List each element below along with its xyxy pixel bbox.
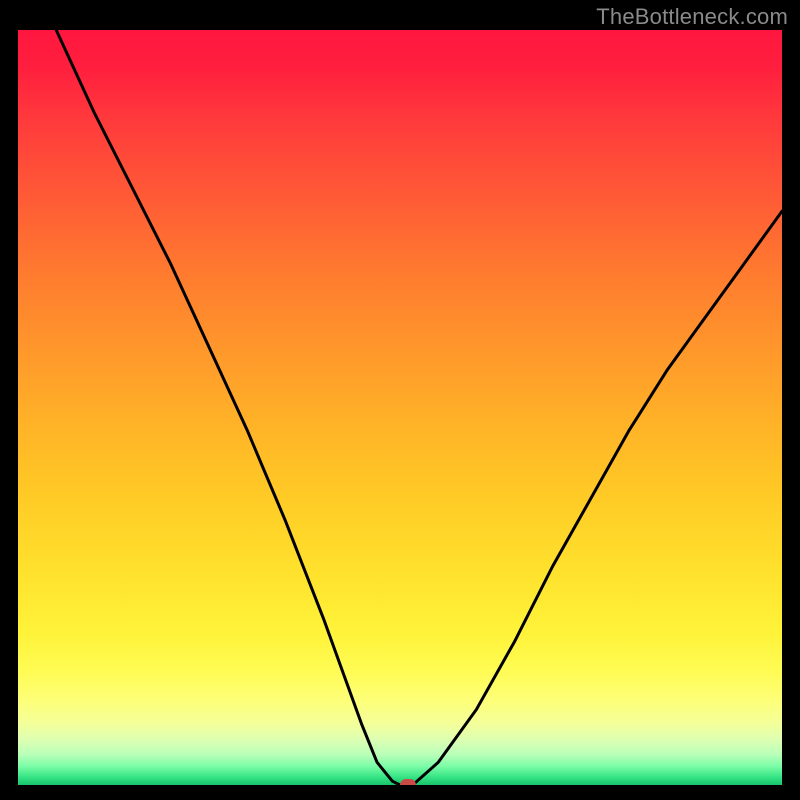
plot-area (18, 30, 782, 785)
optimal-point-marker (400, 779, 416, 785)
bottleneck-curve (18, 30, 782, 785)
watermark-text: TheBottleneck.com (596, 4, 788, 30)
chart-frame: TheBottleneck.com (0, 0, 800, 800)
curve-path (56, 30, 782, 785)
